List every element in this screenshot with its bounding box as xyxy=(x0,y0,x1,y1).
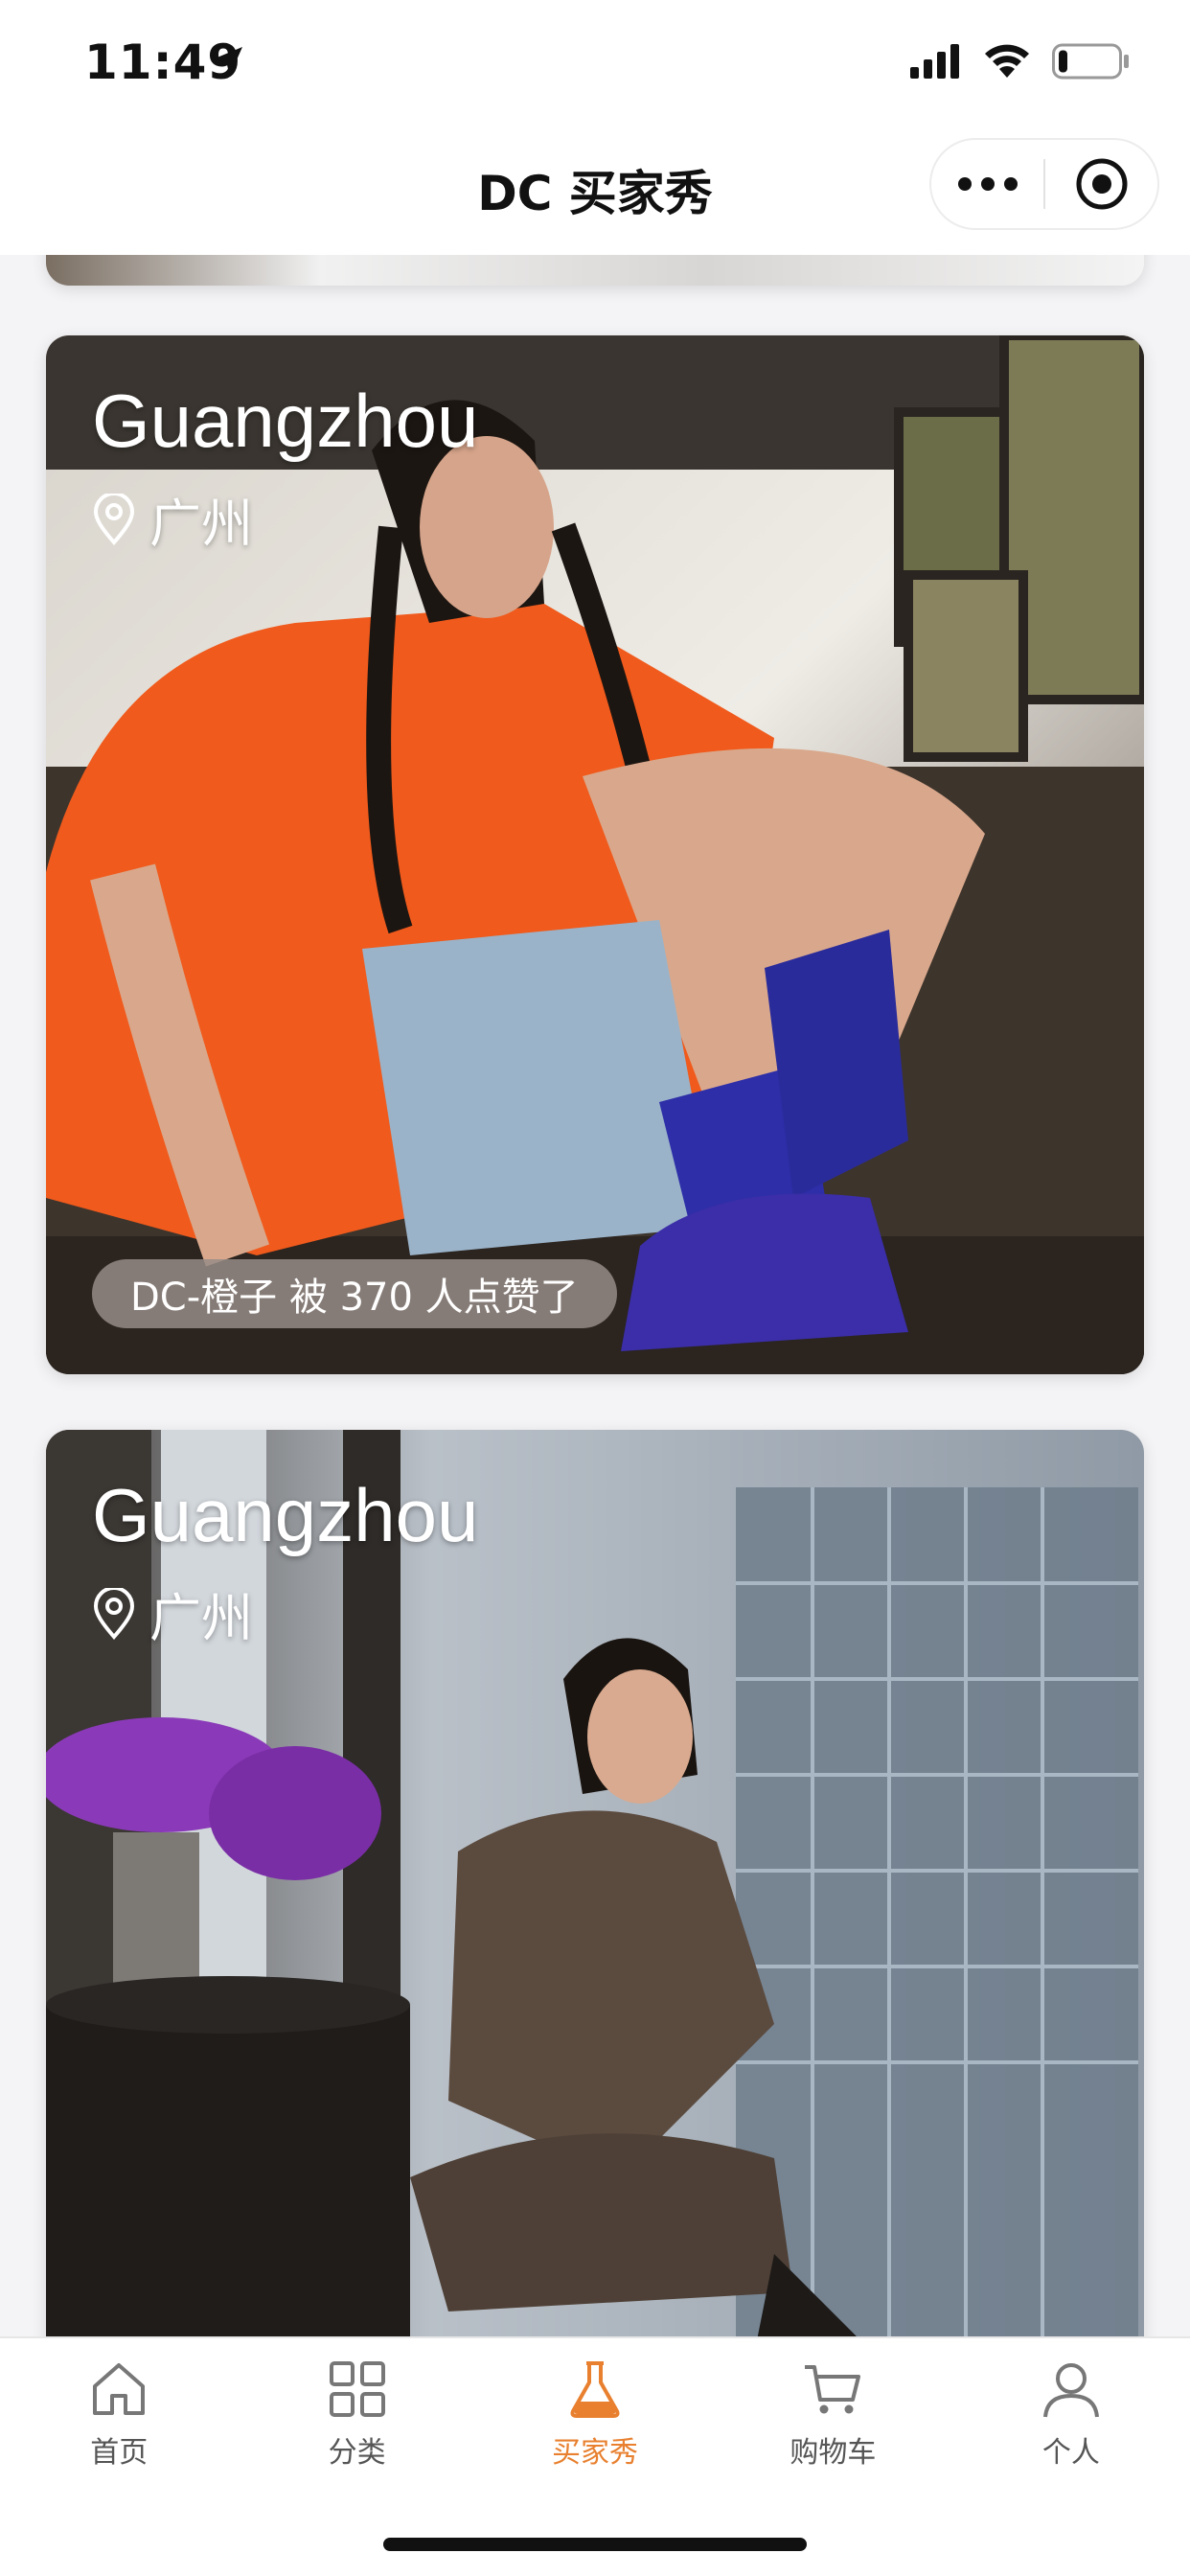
home-icon xyxy=(93,2363,146,2415)
more-dots-icon xyxy=(957,177,972,191)
post-city-en: Guangzhou xyxy=(92,1473,479,1557)
status-icons xyxy=(910,42,1131,80)
post-location-label: 广州 xyxy=(149,494,253,554)
post-card-partial[interactable] xyxy=(46,255,1144,286)
mini-program-capsule xyxy=(929,138,1159,230)
post-location: 广州 xyxy=(92,1576,253,1651)
tab-profile[interactable]: 个人 xyxy=(952,2338,1190,2482)
tab-buyer-show-label: 买家秀 xyxy=(552,2436,639,2470)
more-dot xyxy=(980,177,995,191)
photo-illustration xyxy=(46,1430,1144,2336)
tab-buyer-show[interactable]: 买家秀 xyxy=(476,2338,714,2482)
cart-icon xyxy=(805,2365,861,2414)
nav-bar: DC 买家秀 xyxy=(0,125,1190,255)
tab-cart-label: 购物车 xyxy=(790,2436,877,2470)
flask-icon xyxy=(570,2361,620,2418)
post-location-label: 广州 xyxy=(149,1588,253,1648)
more-button[interactable] xyxy=(931,140,1043,228)
like-count-badge: DC-橙子 被 370 人点赞了 xyxy=(92,1259,617,1328)
post-city-en: Guangzhou xyxy=(92,379,479,463)
screen: 11:49 DC 买家秀 Guangzhou 广州 DC-橙子 被 370 人点… xyxy=(0,0,1190,2576)
status-bar: 11:49 xyxy=(0,0,1190,125)
post-card[interactable]: Guangzhou 广州 xyxy=(46,1430,1144,2336)
post-location: 广州 xyxy=(92,481,253,557)
location-pin-icon xyxy=(93,1587,135,1640)
grid-icon xyxy=(329,2361,385,2417)
battery-icon xyxy=(1052,43,1129,80)
home-indicator[interactable] xyxy=(383,2538,807,2551)
location-pin-icon xyxy=(93,493,135,545)
post-feed[interactable]: Guangzhou 广州 DC-橙子 被 370 人点赞了 Guangzhou … xyxy=(0,255,1190,2336)
person-icon xyxy=(1042,2363,1099,2418)
tab-cart[interactable]: 购物车 xyxy=(714,2338,951,2482)
tab-category[interactable]: 分类 xyxy=(238,2338,475,2482)
post-photo xyxy=(46,1430,1144,2336)
tab-profile-label: 个人 xyxy=(1041,2436,1100,2470)
close-mini-program-button[interactable] xyxy=(1045,140,1157,228)
more-dot xyxy=(1003,177,1018,191)
tab-category-label: 分类 xyxy=(328,2436,386,2470)
post-card[interactable]: Guangzhou 广州 DC-橙子 被 370 人点赞了 xyxy=(46,335,1144,1374)
cellular-signal-icon xyxy=(910,44,959,79)
location-arrow-icon xyxy=(214,47,242,76)
target-circle-icon xyxy=(1076,158,1127,210)
wifi-icon xyxy=(985,44,1029,78)
tab-home[interactable]: 首页 xyxy=(0,2338,238,2482)
tab-home-label: 首页 xyxy=(90,2436,149,2470)
